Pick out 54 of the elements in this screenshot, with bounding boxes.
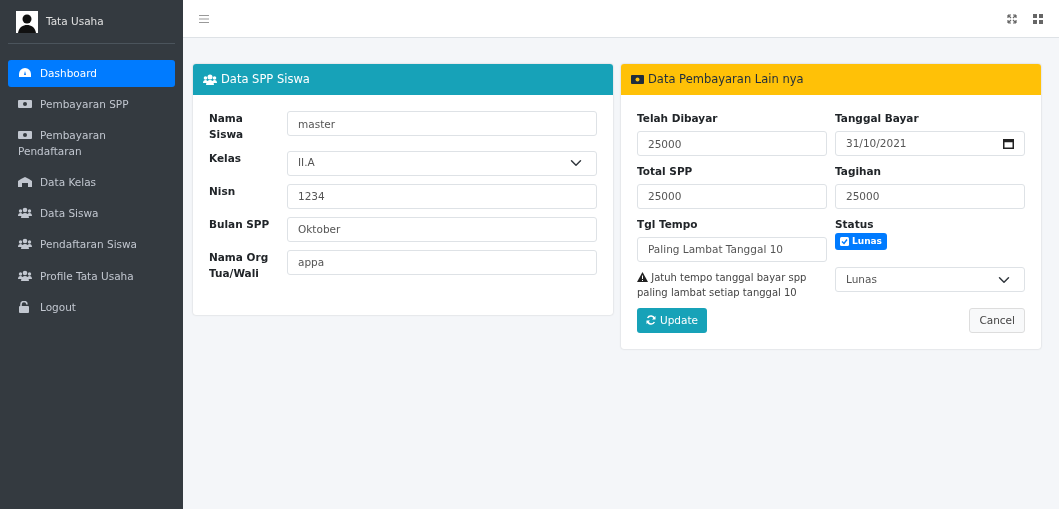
sidebar-item[interactable]: Dashboard xyxy=(8,60,175,88)
sidebar-item[interactable]: Profile Tata Usaha xyxy=(8,262,175,290)
field-label: Status xyxy=(835,216,875,232)
field-label: Nisn xyxy=(209,183,237,199)
gauge-icon xyxy=(18,67,32,79)
sidebar-item[interactable]: Pembayaran SPP xyxy=(8,91,175,119)
lock-icon xyxy=(18,300,32,313)
checkbox-icon xyxy=(840,236,849,246)
input-field[interactable]: appa xyxy=(287,249,597,275)
building-icon xyxy=(18,175,32,188)
banknote-icon xyxy=(18,98,32,111)
sidebar-item[interactable]: Pembayaran Pendaftaran xyxy=(8,122,175,165)
input-field[interactable]: master xyxy=(287,111,597,137)
field-label: Tagihan xyxy=(835,164,883,179)
field-label: Bulan SPP xyxy=(209,216,271,232)
input-field[interactable]: 25000 xyxy=(637,183,827,209)
refresh-icon xyxy=(646,315,656,326)
users-icon xyxy=(18,207,32,220)
input-field[interactable]: Oktober xyxy=(287,216,597,242)
avatar-icon xyxy=(16,10,38,33)
field-label: Tanggal Bayar xyxy=(835,111,920,127)
sidebar-item[interactable]: Data Siswa xyxy=(8,200,175,228)
users-icon xyxy=(18,269,32,282)
warning-note: Jatuh tempo tanggal bayar spp paling lambat setiap tanggal 10 xyxy=(637,270,808,300)
input-field[interactable]: 25000 xyxy=(637,131,827,156)
field-label: Kelas xyxy=(209,150,242,166)
cancel-button[interactable]: Cancel xyxy=(969,307,1025,334)
field-label: Telah Dibayar xyxy=(637,111,719,127)
sidebar-item[interactable]: Logout xyxy=(8,293,175,321)
input-field[interactable]: 1234 xyxy=(287,183,597,209)
field-label: Nama Siswa xyxy=(209,111,245,142)
card-title: Data SPP Siswa xyxy=(221,71,310,88)
field-label: Tgl Tempo xyxy=(637,216,699,232)
menu-icon[interactable] xyxy=(199,14,209,23)
warning-icon xyxy=(637,271,648,282)
status-badge: Lunas xyxy=(835,232,887,250)
banknote-icon xyxy=(18,129,32,142)
field-label: Nama Org Tua/Wali xyxy=(209,249,270,281)
field-label: Total SPP xyxy=(637,164,694,179)
card-title: Data Pembayaran Lain nya xyxy=(648,71,804,88)
date-field[interactable]: 31/10/2021 xyxy=(835,131,1025,156)
calendar-icon[interactable] xyxy=(1003,138,1014,149)
grid-icon[interactable] xyxy=(1033,13,1043,24)
select-field[interactable]: Lunas xyxy=(835,267,1025,293)
select-field[interactable]: II.A xyxy=(287,150,597,176)
input-field[interactable]: 25000 xyxy=(835,183,1025,209)
brand-title: Tata Usaha xyxy=(46,13,104,29)
users-icon xyxy=(203,74,217,86)
banknote-icon xyxy=(631,75,644,85)
sidebar-item[interactable]: Pendaftaran Siswa xyxy=(8,231,175,259)
users-icon xyxy=(18,238,32,251)
sidebar-item[interactable]: Data Kelas xyxy=(8,168,175,197)
fullscreen-icon[interactable] xyxy=(1007,13,1017,24)
input-field[interactable]: Paling Lambat Tanggal 10 xyxy=(637,236,827,262)
